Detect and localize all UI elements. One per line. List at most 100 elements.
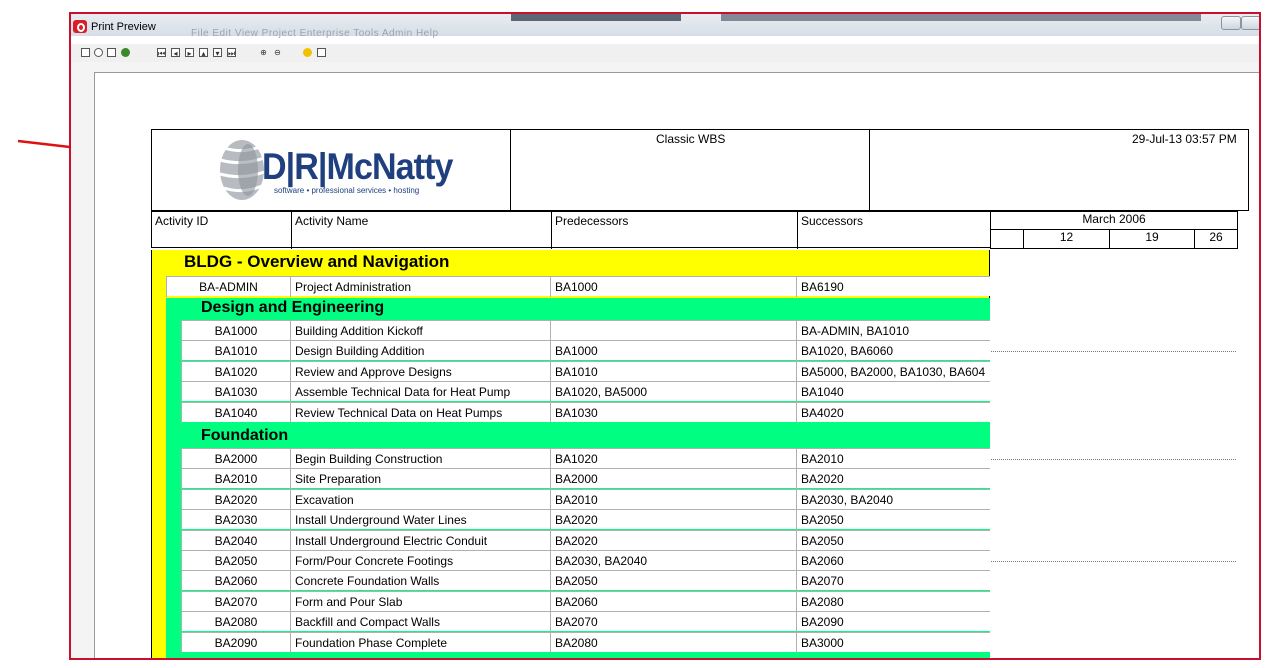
cell-activity-id: BA2070 <box>181 591 290 612</box>
first-page-icon[interactable]: ⏮ <box>157 48 166 58</box>
timescale-week <box>990 229 1024 249</box>
cell-activity-id: BA1020 <box>181 361 290 382</box>
zoom-in-icon[interactable]: ⊕ <box>259 48 268 57</box>
cell-activity-id: BA2050 <box>181 551 290 571</box>
cell-activity-id: BA-ADMIN <box>166 277 290 297</box>
cell-activity-name: Review Technical Data on Heat Pumps <box>290 402 550 423</box>
cell-activity-name: Building Addition Kickoff <box>290 321 550 341</box>
cell-activity-name: Install Underground Electric Conduit <box>290 530 550 551</box>
table-row[interactable]: BA2060 Concrete Foundation Walls BA2050 BA2… <box>181 570 990 592</box>
next-page-icon[interactable]: ▸ <box>185 48 194 58</box>
last-page-icon[interactable]: ⏭ <box>227 48 236 58</box>
table-row[interactable]: BA1030 Assemble Technical Data for Heat P… <box>181 381 990 403</box>
oracle-app-icon <box>73 20 87 33</box>
cell-predecessors: BA1030 <box>550 402 796 423</box>
col-successors[interactable]: Successors <box>797 212 992 249</box>
cell-successors: BA2030, BA2040 <box>796 489 990 510</box>
page-down-icon[interactable]: ▾ <box>213 48 222 58</box>
gantt-dotted-line <box>991 561 1236 562</box>
cell-predecessors: BA1000 <box>550 277 796 297</box>
cell-predecessors: BA1020, BA5000 <box>550 382 796 403</box>
table-row[interactable]: BA1000 Building Addition Kickoff BA-ADMIN,… <box>181 320 990 341</box>
restore-button[interactable] <box>1241 16 1259 30</box>
table-row[interactable]: BA1040 Review Technical Data on Heat Pump… <box>181 401 990 423</box>
cell-activity-name: Assemble Technical Data for Heat Pump <box>290 382 550 403</box>
window-title: Print Preview <box>91 21 156 33</box>
timescale-week: 12 <box>1023 229 1110 249</box>
table-row[interactable]: BA2030 Install Underground Water Lines BA2… <box>181 509 990 531</box>
table-row[interactable]: BA2070 Form and Pour Slab BA2060 BA2080 <box>181 590 990 612</box>
cell-activity-id: BA2020 <box>181 489 290 510</box>
report-page: D|R|McNatty software • professional serv… <box>94 72 1259 658</box>
table-row[interactable]: BA2040 Install Underground Electric Condu… <box>181 529 990 551</box>
cell-activity-id: BA1030 <box>181 382 290 403</box>
col-activity-id[interactable]: Activity ID <box>152 212 291 249</box>
cell-activity-id: BA2090 <box>181 632 290 653</box>
page-setup-icon[interactable] <box>81 48 90 57</box>
options-icon[interactable] <box>94 48 103 57</box>
zoom-out-icon[interactable]: ⊖ <box>273 48 282 57</box>
cell-successors: BA1040 <box>796 382 990 403</box>
cell-successors: BA2060 <box>796 551 990 571</box>
cell-predecessors: BA1010 <box>550 361 796 382</box>
table-row[interactable]: BA2000 Begin Building Construction BA1020 B… <box>181 448 990 469</box>
logo-tagline: software • professional services • hosti… <box>274 186 420 195</box>
cell-activity-id: BA1000 <box>181 321 290 341</box>
cell-activity-name: Project Administration <box>290 277 550 297</box>
cell-successors: BA2020 <box>796 469 990 490</box>
timescale-month: March 2006 <box>990 211 1238 230</box>
table-row[interactable]: BA1010 Design Building Addition BA1000 BA10… <box>181 340 990 362</box>
table-row[interactable]: BA2010 Site Preparation BA2000 BA2020 <box>181 468 990 490</box>
table-row[interactable]: BA2090 Foundation Phase Complete BA2080 BA3… <box>181 631 990 653</box>
wbs-band-design[interactable]: Design and Engineering <box>166 298 990 320</box>
cell-activity-name: Form and Pour Slab <box>290 591 550 612</box>
cell-successors: BA-ADMIN, BA1010 <box>796 321 990 341</box>
logo-wordmark: D|R|McNatty <box>262 146 453 187</box>
minimize-button[interactable] <box>1221 16 1241 30</box>
preview-canvas: D|R|McNatty software • professional serv… <box>71 62 1259 658</box>
cell-activity-id: BA2040 <box>181 530 290 551</box>
cell-predecessors: BA1020 <box>550 449 796 469</box>
table-row[interactable]: BA1020 Review and Approve Designs BA1010 BA… <box>181 360 990 382</box>
report-date-box: 29-Jul-13 03:57 PM <box>869 129 1249 211</box>
timescale-week: 26 <box>1194 229 1238 249</box>
page-up-icon[interactable]: ▴ <box>199 48 208 58</box>
cell-activity-name: Site Preparation <box>290 469 550 490</box>
preview-toolbar: ⏮ ◂ ▸ ▴ ▾ ⏭ ⊕ ⊖ <box>71 44 1259 63</box>
report-datetime: 29-Jul-13 03:57 PM <box>1132 132 1237 146</box>
cell-activity-id: BA2030 <box>181 510 290 531</box>
cell-successors: BA5000, BA2000, BA1030, BA604 <box>796 361 990 382</box>
col-predecessors[interactable]: Predecessors <box>551 212 797 249</box>
table-row[interactable]: BA2050 Form/Pour Concrete Footings BA2030,… <box>181 550 990 571</box>
table-row[interactable]: BA2020 Excavation BA2010 BA2030, BA2040 <box>181 488 990 510</box>
cell-activity-name: Form/Pour Concrete Footings <box>290 551 550 571</box>
help-icon[interactable] <box>303 48 312 57</box>
cell-predecessors: BA2010 <box>550 489 796 510</box>
cell-activity-name: Foundation Phase Complete <box>290 632 550 653</box>
cell-predecessors: BA2080 <box>550 632 796 653</box>
previous-page-icon[interactable]: ◂ <box>171 48 180 58</box>
col-activity-name[interactable]: Activity Name <box>291 212 551 249</box>
report-title: Classic WBS <box>656 132 726 146</box>
wbs-band-foundation[interactable]: Foundation <box>166 426 990 448</box>
cell-activity-id: BA2010 <box>181 469 290 490</box>
cell-predecessors: BA1000 <box>550 341 796 362</box>
wbs-title-overview: BLDG - Overview and Navigation <box>184 252 450 271</box>
color-icon[interactable] <box>121 48 130 57</box>
print-icon[interactable] <box>107 48 116 57</box>
cell-activity-name: Begin Building Construction <box>290 449 550 469</box>
cell-activity-name: Review and Approve Designs <box>290 361 550 382</box>
cell-predecessors: BA2070 <box>550 612 796 633</box>
table-row[interactable]: BA2080 Backfill and Compact Walls BA2070 BA… <box>181 611 990 633</box>
cell-activity-name: Excavation <box>290 489 550 510</box>
wbs-band-overview[interactable]: BLDG - Overview and Navigation <box>151 250 990 276</box>
close-preview-icon[interactable] <box>317 48 326 57</box>
globe-logo-icon <box>219 140 264 200</box>
cell-activity-id: BA2060 <box>181 571 290 592</box>
cell-predecessors: BA2000 <box>550 469 796 490</box>
cell-successors: BA2050 <box>796 530 990 551</box>
background-window-strip <box>721 14 1201 21</box>
cell-successors: BA1020, BA6060 <box>796 341 990 362</box>
cell-successors: BA2070 <box>796 571 990 592</box>
table-row[interactable]: BA-ADMIN Project Administration BA1000 BA61… <box>166 276 990 297</box>
